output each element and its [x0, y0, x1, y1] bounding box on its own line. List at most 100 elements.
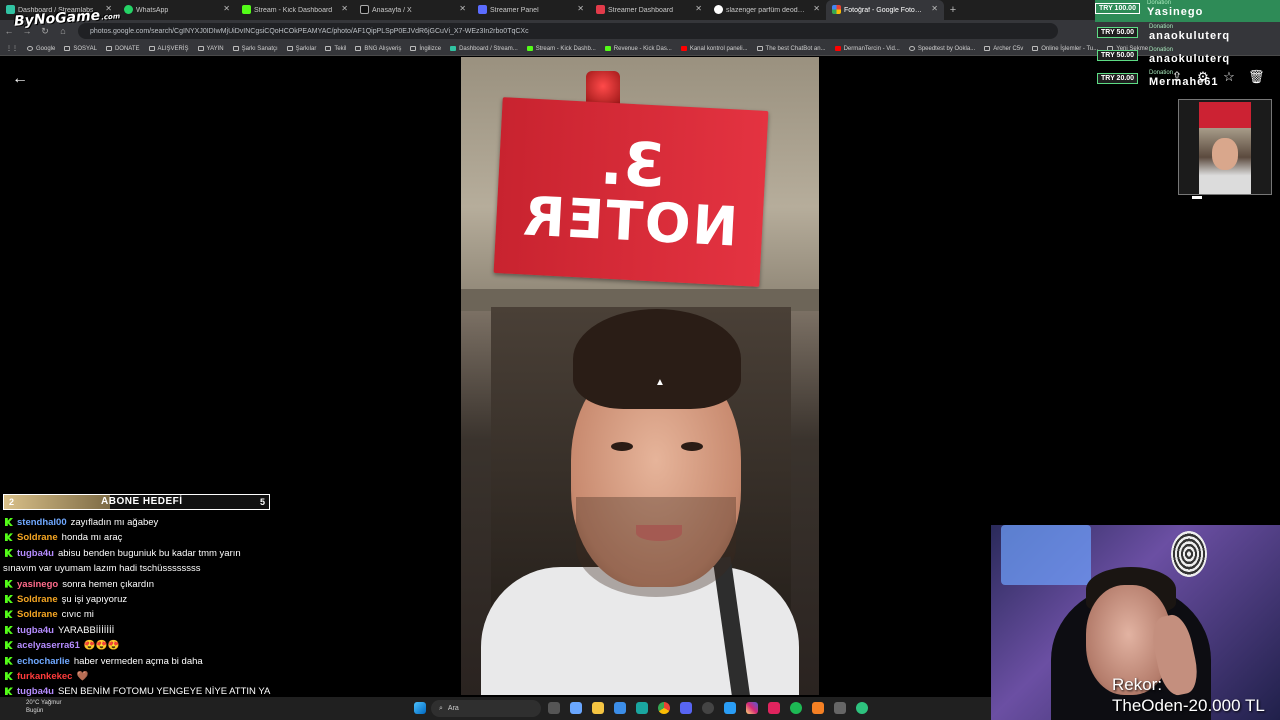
bookmark-folder[interactable]: Tekil	[325, 46, 346, 52]
tab-kick-dashboard[interactable]: Stream - Kick Dashboard ✕	[236, 0, 354, 20]
bookmark-item[interactable]: Speedtest by Ookla...	[908, 46, 975, 52]
bookmark-folder[interactable]: Şarkılar	[286, 46, 316, 52]
spotify-icon[interactable]	[790, 702, 802, 714]
bookmark-item[interactable]: Stream - Kick Dashb...	[526, 46, 596, 52]
bookmark-item[interactable]: The best ChatBot an...	[756, 46, 826, 52]
folder-icon	[286, 46, 293, 51]
bookmark-item[interactable]: DermanTercin - Vid...	[834, 46, 900, 52]
chat-username[interactable]: tugba4u	[17, 548, 54, 559]
bookmark-folder[interactable]: Şarkı Sanatçı	[232, 46, 278, 52]
youtube-icon	[834, 46, 841, 51]
kick-badge-icon	[5, 595, 13, 604]
file-explorer-icon[interactable]	[592, 702, 604, 714]
copilot-icon[interactable]	[570, 702, 582, 714]
donation-item: TRY 20.00 Donation Mermahe61	[1097, 70, 1277, 90]
bookmark-folder[interactable]: BNG Alışveriş	[355, 46, 401, 52]
bookmarks-bar: ⋮⋮ Google SOSYAL DONATE ALIŞVERİŞ YAYIN …	[0, 42, 1280, 56]
taskbar: 20°C Yağmur Bugün ⌕ Ara	[0, 697, 991, 720]
chat-username[interactable]: furkankekec	[17, 671, 72, 682]
kick-icon	[526, 46, 533, 51]
bookmark-folder[interactable]: YAYIN	[197, 46, 224, 52]
bookmark-item[interactable]: Google	[27, 46, 55, 52]
photo-eye	[681, 442, 703, 451]
chat-username[interactable]: acelyaserra61	[17, 640, 80, 651]
mouse-cursor-icon: ▲	[655, 377, 665, 388]
app-icon[interactable]	[724, 702, 736, 714]
home-icon[interactable]: ⌂	[54, 26, 72, 36]
chat-username[interactable]: Soldrane	[17, 594, 58, 605]
bookmark-folder[interactable]: ALIŞVERİŞ	[148, 46, 189, 52]
windows-start-icon[interactable]	[414, 702, 426, 714]
url-field[interactable]: photos.google.com/search/CgINYXJ0IDIwMjU…	[78, 23, 1058, 39]
tab-streamer-dashboard[interactable]: Streamer Dashboard ✕	[590, 0, 708, 20]
back-arrow-icon[interactable]: ←	[12, 70, 28, 88]
chat-username[interactable]: tugba4u	[17, 686, 54, 697]
photo-hair	[573, 309, 741, 409]
donation-item: TRY 50.00 Donation anaokuluterq	[1097, 24, 1277, 44]
tab-google-photos[interactable]: Fotoğraf - Google Fotoğraflar✕	[826, 0, 944, 20]
chat-message: stendhal00 zayıfladın mı ağabey	[3, 515, 273, 530]
donation-name: Yasinego	[1147, 6, 1204, 18]
kick-icon	[242, 5, 251, 14]
close-icon[interactable]: ✕	[223, 4, 230, 13]
close-icon[interactable]: ✕	[577, 4, 584, 13]
close-icon[interactable]: ✕	[459, 4, 466, 13]
tab-x[interactable]: Anasayfa / X ✕	[354, 0, 472, 20]
kick-badge-icon	[5, 641, 13, 650]
app-icon[interactable]	[812, 702, 824, 714]
bookmark-item[interactable]: Archer C5v	[984, 46, 1023, 52]
store-icon[interactable]	[614, 702, 626, 714]
x-app-icon[interactable]	[768, 702, 780, 714]
bookmark-folder[interactable]: DONATE	[105, 46, 140, 52]
chat-username[interactable]: echocharlie	[17, 656, 70, 667]
chat-text: 😍😍😍	[83, 640, 120, 652]
chat-username[interactable]: yasinego	[17, 579, 58, 590]
bank-icon	[1032, 46, 1039, 51]
chrome-icon[interactable]	[658, 702, 670, 714]
chat-username[interactable]: tugba4u	[17, 625, 54, 636]
chat-username[interactable]: Soldrane	[17, 532, 58, 543]
discord-icon[interactable]	[680, 702, 692, 714]
bookmark-item[interactable]: Online İşlemler - Tu...	[1032, 46, 1098, 52]
streamlabs-icon	[450, 46, 457, 51]
photo[interactable]: 3. NOTER ▲	[461, 57, 819, 695]
weather-widget[interactable]: 20°C Yağmur Bugün	[26, 699, 62, 715]
edge-icon[interactable]	[636, 702, 648, 714]
close-icon[interactable]: ✕	[813, 4, 820, 13]
new-tab-button[interactable]: +	[944, 4, 962, 16]
close-icon[interactable]: ✕	[341, 4, 348, 13]
chat-message: Soldrane şu işi yapıyoruz	[3, 592, 273, 607]
tab-whatsapp[interactable]: WhatsApp ✕	[118, 0, 236, 20]
dashboard-icon	[596, 5, 605, 14]
bookmark-item[interactable]: Revenue - Kick Das...	[604, 46, 672, 52]
bookmark-folder[interactable]: SOSYAL	[64, 46, 97, 52]
chat-username[interactable]: Soldrane	[17, 609, 58, 620]
chat-text: SEN BENİM FOTOMU YENGEYE NİYE ATTIN YA	[57, 686, 271, 698]
taskbar-search[interactable]: ⌕ Ara	[431, 700, 541, 717]
instagram-icon[interactable]	[746, 702, 758, 714]
bookmark-item[interactable]: Dashboard / Stream...	[450, 46, 518, 52]
kick-badge-icon	[5, 672, 13, 681]
apps-icon[interactable]: ⋮⋮	[6, 45, 18, 52]
chat-message: furkankekec 🤎	[3, 669, 273, 684]
bookmark-folder[interactable]: İngilizce	[410, 46, 441, 52]
tab-google-search[interactable]: slazenger parfüm deodorant y✕	[708, 0, 826, 20]
kick-badge-icon	[5, 579, 13, 588]
donation-amount: TRY 50.00	[1097, 50, 1139, 61]
chat-username[interactable]: stendhal00	[17, 517, 67, 528]
app-icon[interactable]	[834, 702, 846, 714]
chat-text: cıvıc mi	[61, 609, 94, 621]
app-icon[interactable]	[856, 702, 868, 714]
photo-thumbnail[interactable]	[1178, 99, 1272, 195]
close-icon[interactable]: ✕	[695, 4, 702, 13]
close-icon[interactable]: ✕	[931, 4, 938, 13]
bookmark-item[interactable]: Kanal kontrol paneli...	[680, 46, 748, 52]
folder-icon	[325, 46, 332, 51]
chat-message: Soldrane cıvıc mi	[3, 607, 273, 622]
donation-highlight: TRY 100.00 Donation Yasinego	[1095, 0, 1280, 22]
donation-name: anaokuluterq	[1149, 53, 1231, 65]
obs-icon[interactable]	[702, 702, 714, 714]
kick-badge-icon	[5, 687, 13, 696]
tab-streamer-panel[interactable]: Streamer Panel ✕	[472, 0, 590, 20]
task-view-icon[interactable]	[548, 702, 560, 714]
